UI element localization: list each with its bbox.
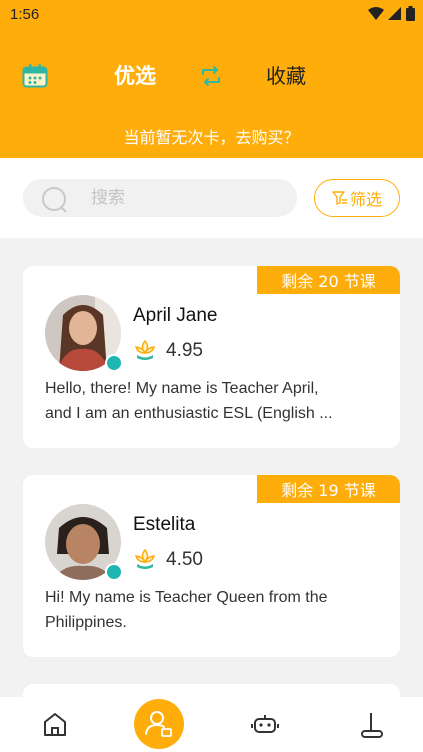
filter-button[interactable]: 筛选 [314, 179, 400, 217]
search-input[interactable] [91, 187, 281, 209]
remaining-lessons-badge: 剩余 20 节课 [257, 266, 400, 294]
header: 1:56 优选 收藏 当前暂无次卡，去购买？ [0, 0, 423, 158]
remaining-lessons-badge: 剩余 19 节课 [257, 475, 400, 503]
lotus-rating-icon [134, 339, 156, 360]
signal-icon [388, 6, 401, 20]
bottom-nav [0, 697, 423, 752]
status-time: 1:56 [10, 6, 40, 23]
intro-line: Philippines. [45, 614, 127, 631]
purchase-notice[interactable]: 当前暂无次卡，去购买？ [0, 124, 423, 148]
teacher-card[interactable]: 剩余 20 节课 April Jane 4.95 Hello, there! M… [23, 266, 400, 448]
calendar-icon[interactable] [22, 64, 48, 88]
tab-favorites[interactable]: 收藏 [266, 60, 306, 89]
intro-line: Hello, there! My name is Teacher April, [45, 380, 319, 397]
status-bar: 1:56 [0, 0, 423, 30]
teacher-icon [145, 711, 172, 737]
tube-icon[interactable] [357, 709, 387, 739]
teacher-rating: 4.95 [166, 340, 203, 361]
filter-label: 筛选 [349, 190, 382, 209]
teacher-card[interactable]: 剩余 19 节课 Estelita 4.50 Hi! My name is Te… [23, 475, 400, 657]
filter-icon [332, 191, 347, 205]
status-icons [368, 6, 415, 21]
switch-icon[interactable] [200, 66, 222, 86]
teacher-rating: 4.50 [166, 549, 203, 570]
teacher-name: April Jane [133, 305, 218, 326]
tab-preferred[interactable]: 优选 [114, 60, 156, 90]
verified-badge-icon [105, 354, 123, 372]
teacher-name: Estelita [133, 514, 196, 535]
search-icon [42, 187, 67, 212]
wifi-icon [368, 6, 384, 20]
verified-badge-icon [105, 563, 123, 581]
teacher-tab-button[interactable] [134, 699, 184, 749]
lotus-rating-icon [134, 548, 156, 569]
home-icon[interactable] [40, 709, 70, 739]
top-nav: 优选 收藏 [0, 56, 423, 96]
teacher-intro: Hi! My name is Teacher Queen from the Ph… [45, 585, 385, 635]
robot-icon[interactable] [250, 709, 280, 739]
battery-icon [406, 6, 415, 21]
intro-line: and I am an enthusiastic ESL (English ..… [45, 405, 333, 422]
search-box[interactable] [23, 179, 297, 217]
search-area: 筛选 [0, 158, 423, 238]
intro-line: Hi! My name is Teacher Queen from the [45, 589, 328, 606]
teacher-intro: Hello, there! My name is Teacher April, … [45, 376, 385, 426]
